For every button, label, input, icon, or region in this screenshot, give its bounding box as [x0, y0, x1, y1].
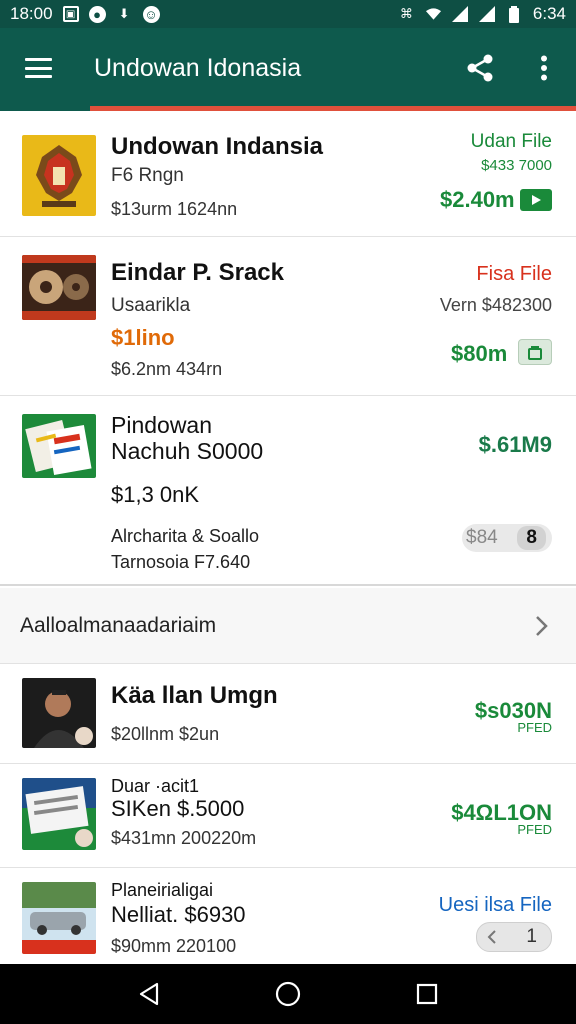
item-meta: Tarnosoia F7.640	[111, 552, 251, 572]
gallery-icon: ▣	[62, 6, 79, 22]
item-subtitle: Alrcharita & Soallo	[111, 526, 260, 546]
item-price: $80m	[451, 341, 508, 366]
wifi-icon	[425, 6, 442, 23]
item-meta: $13urm 1624nn	[111, 199, 238, 219]
page-stepper[interactable]: 1	[476, 922, 552, 952]
item-title-line2: SIKen $.5000	[111, 796, 245, 821]
item-meta: $431mn 200220m	[111, 828, 257, 848]
item-subtitle: F6 Rngn	[111, 165, 184, 186]
menu-button[interactable]	[0, 28, 76, 108]
recents-icon[interactable]	[416, 983, 438, 1005]
section-header[interactable]: Aalloalmanaadariaim	[0, 588, 576, 664]
item-subtitle: Usaarikla	[111, 295, 191, 316]
item-price-note: $433 7000	[481, 157, 552, 174]
item-title-line2: Nelliat. $6930	[111, 902, 246, 927]
item-title: Käa llan Umgn	[111, 682, 278, 709]
item-thumbnail	[22, 135, 96, 216]
list-item[interactable]: Pindowan Nachuh S0000 $1,3 0nK Alrcharit…	[0, 396, 576, 586]
stepper-value: 1	[526, 926, 537, 947]
list-item[interactable]: Undowan Indansia F6 Rngn $13urm 1624nn U…	[0, 111, 576, 237]
battery-icon	[506, 5, 523, 23]
overflow-menu-button[interactable]	[512, 28, 576, 108]
share-button[interactable]	[448, 28, 512, 108]
item-right-price: $.61M9	[478, 432, 552, 457]
item-thumbnail	[22, 678, 96, 748]
status-time: 18:00	[10, 4, 53, 23]
bag-icon	[528, 346, 542, 360]
item-accent-price: $1lino	[111, 325, 175, 350]
signal-icon-2	[479, 6, 496, 23]
item-title-line2: Nachuh S0000	[111, 438, 264, 464]
section-title: Aalloalmanaadariaim	[20, 614, 217, 637]
item-file-label: Uesi ilsa File	[438, 894, 552, 916]
item-file-label: Udan File	[470, 131, 552, 152]
more-vert-icon	[541, 55, 547, 81]
item-thumbnail	[22, 882, 96, 954]
home-icon[interactable]	[275, 981, 301, 1007]
status-clock-right: 6:34	[532, 4, 566, 23]
list-item[interactable]: Käa llan Umgn $20llnm $2un $s030N PFED	[0, 664, 576, 764]
item-meta: $6.2nm 434rn	[111, 359, 223, 379]
item-thumbnail	[22, 414, 96, 478]
download-icon: ⬇	[118, 6, 130, 21]
back-icon[interactable]	[138, 982, 160, 1006]
item-meta: $20llnm $2un	[111, 724, 220, 744]
list-item[interactable]: Duar ·acit1 SIKen $.5000 $431mn 200220m …	[0, 764, 576, 868]
item-title: Eindar P. Srack	[111, 259, 284, 286]
item-title: Duar ·acit1	[111, 776, 200, 796]
list-item[interactable]: Eindar P. Srack Usaarikla $1lino $6.2nm …	[0, 237, 576, 396]
app-notification-icon: ☺	[142, 5, 160, 23]
vibrate-icon: ⌘	[399, 6, 413, 21]
hamburger-icon	[24, 58, 52, 78]
item-price: $1,3 0nK	[111, 482, 200, 507]
share-icon	[467, 54, 493, 82]
list-item[interactable]: Planeirialigai Nelliat. $6930 $90mm 2201…	[0, 868, 576, 964]
item-price: $2.40m	[440, 187, 515, 212]
chevron-right-icon	[536, 616, 548, 636]
item-meta: $90mm 220100	[111, 936, 237, 956]
signal-icon	[452, 6, 469, 23]
buy-button[interactable]	[520, 189, 552, 211]
item-tag: PFED	[517, 822, 552, 837]
app-bar: Undowan Idonasia	[0, 28, 576, 108]
item-title: Pindowan	[111, 412, 213, 438]
item-title: Undowan Indansia	[111, 133, 324, 160]
quantity-pill[interactable]: $84 8	[462, 524, 552, 552]
item-tag: PFED	[517, 720, 552, 735]
status-bar: 18:00 ▣ ● ⬇ ☺ ⌘ 6:34	[0, 0, 576, 28]
item-version: Vern $482300	[439, 295, 552, 315]
cart-button[interactable]	[518, 339, 552, 365]
item-thumbnail	[22, 255, 96, 320]
item-thumbnail	[22, 778, 96, 850]
circle-app-icon: ●	[88, 5, 106, 23]
arrow-right-icon	[532, 195, 541, 205]
pill-count: 8	[517, 526, 546, 550]
system-nav-bar	[0, 964, 576, 1024]
app-title: Undowan Idonasia	[94, 53, 302, 82]
item-file-label: Fisa File	[476, 263, 552, 285]
item-title: Planeirialigai	[111, 880, 214, 900]
pill-price: $84	[466, 527, 498, 548]
chevron-left-icon[interactable]	[487, 930, 497, 944]
